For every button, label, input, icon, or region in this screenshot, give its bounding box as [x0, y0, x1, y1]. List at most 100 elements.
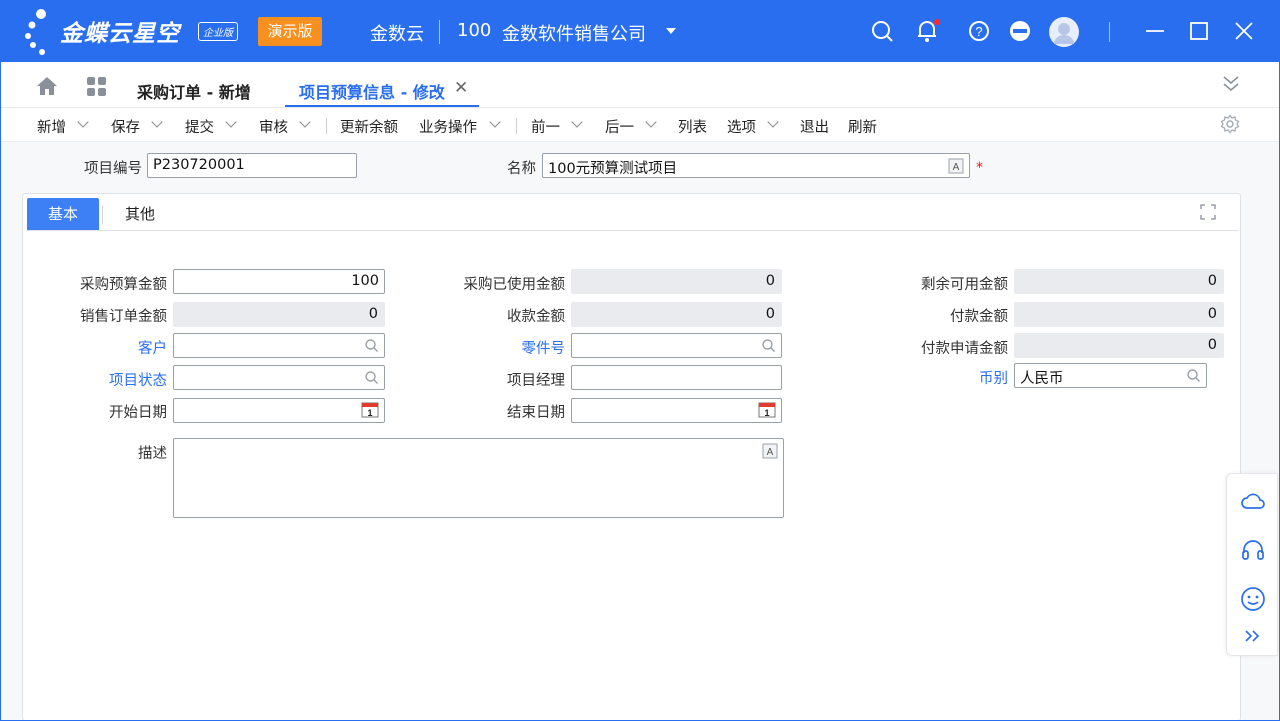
required-mark: *	[976, 160, 983, 176]
home-icon[interactable]	[36, 76, 58, 96]
description-label: 描述	[138, 446, 167, 462]
update-balance-button[interactable]: 更新余额	[340, 116, 398, 137]
multilang-icon[interactable]: A	[948, 158, 964, 174]
detail-panel: 基本 其他 采购预算金额 100 采购已使用金额 0 剩余可用金额 0 销售订单…	[22, 193, 1241, 721]
org-name[interactable]: 金数软件销售公司	[502, 20, 646, 46]
search-icon[interactable]	[364, 338, 379, 353]
apps-grid-icon[interactable]	[86, 76, 108, 98]
save-button[interactable]: 保存	[111, 116, 140, 137]
tab-project-budget[interactable]: 项目预算信息 - 修改	[299, 79, 445, 103]
end-date-field[interactable]: 1	[571, 398, 782, 423]
search-icon[interactable]	[1186, 368, 1201, 383]
remaining-field: 0	[1014, 269, 1224, 294]
expand-icon[interactable]	[1200, 204, 1216, 220]
divider	[102, 206, 103, 224]
brand-name: 金蝶云星空	[60, 21, 180, 47]
customer-field[interactable]	[173, 333, 385, 358]
purchase-budget-label: 采购预算金额	[80, 277, 167, 293]
part-no-label[interactable]: 零件号	[443, 337, 566, 358]
purchase-used-field: 0	[571, 269, 782, 294]
gear-icon[interactable]	[1220, 114, 1240, 134]
avatar[interactable]	[1049, 17, 1079, 47]
form-content: 项目编号 P230720001 名称 100元预算测试项目 A * 基本 其他 …	[0, 142, 1280, 721]
chevron-down-icon[interactable]	[225, 116, 237, 128]
list-button[interactable]: 列表	[678, 116, 707, 137]
name-field[interactable]: 100元预算测试项目 A	[542, 153, 970, 178]
smiley-feedback-icon[interactable]	[1240, 586, 1266, 612]
start-date-field[interactable]: 1	[173, 398, 385, 423]
chevron-down-icon[interactable]	[77, 116, 89, 128]
payment-field: 0	[1014, 302, 1224, 327]
more-icon[interactable]	[1007, 18, 1033, 44]
headset-icon[interactable]	[1240, 538, 1266, 562]
divider	[439, 20, 440, 44]
business-ops-button[interactable]: 业务操作	[419, 116, 477, 137]
description-textarea[interactable]: A	[173, 438, 784, 518]
org-code[interactable]: 100	[457, 20, 491, 41]
remaining-label: 剩余可用金额	[921, 277, 1008, 293]
floating-assist-bar	[1226, 473, 1278, 656]
multilang-icon[interactable]: A	[762, 443, 778, 459]
next-button[interactable]: 后一	[605, 116, 634, 137]
chevron-down-icon[interactable]	[767, 116, 779, 128]
maximize-icon[interactable]	[1186, 18, 1212, 44]
chevron-down-icon[interactable]	[645, 116, 657, 128]
cloud-name: 金数云	[370, 24, 424, 45]
action-toolbar: 新增 保存 提交 审核 更新余额 业务操作 前一 后一 列表 选项 退出 刷新	[0, 108, 1280, 142]
cloud-icon[interactable]	[1240, 490, 1266, 512]
user-icon	[1054, 23, 1074, 44]
collapse-double-chevron-icon[interactable]	[1222, 74, 1240, 94]
payment-label: 付款金额	[950, 309, 1008, 325]
payment-request-field: 0	[1014, 333, 1224, 358]
search-icon[interactable]	[364, 370, 379, 385]
purchase-budget-field[interactable]: 100	[173, 269, 385, 294]
audit-button[interactable]: 审核	[259, 116, 288, 137]
previous-button[interactable]: 前一	[531, 116, 560, 137]
name-value: 100元预算测试项目	[548, 161, 678, 177]
chevron-down-icon[interactable]	[151, 116, 163, 128]
divider	[326, 118, 327, 134]
search-icon[interactable]	[869, 18, 895, 44]
part-no-field[interactable]	[571, 333, 782, 358]
org-dropdown-icon[interactable]	[666, 28, 676, 34]
active-tab-indicator	[285, 105, 479, 107]
currency-label[interactable]: 币别	[883, 367, 1008, 388]
tab-close-icon[interactable]: ✕	[454, 78, 468, 98]
currency-field[interactable]: 人民币	[1014, 363, 1207, 388]
minimize-icon[interactable]	[1142, 18, 1168, 44]
svg-text:1: 1	[764, 408, 769, 418]
payment-request-label: 付款申请金额	[921, 341, 1008, 357]
refresh-button[interactable]: 刷新	[848, 116, 877, 137]
start-date-label: 开始日期	[109, 405, 167, 421]
close-icon[interactable]	[1231, 18, 1257, 44]
help-icon[interactable]: ?	[966, 18, 992, 44]
project-code-field[interactable]: P230720001	[147, 153, 357, 178]
new-button[interactable]: 新增	[37, 116, 66, 137]
project-status-field[interactable]	[173, 365, 385, 390]
search-icon[interactable]	[761, 338, 776, 353]
tab-purchase-order[interactable]: 采购订单 - 新增	[137, 79, 251, 103]
tab-other[interactable]: 其他	[115, 198, 165, 231]
svg-text:A: A	[953, 162, 960, 173]
purchase-used-label: 采购已使用金额	[463, 277, 566, 293]
calendar-icon[interactable]: 1	[758, 402, 776, 418]
tab-basic[interactable]: 基本	[27, 198, 99, 231]
bell-icon[interactable]	[914, 18, 940, 44]
project-manager-field[interactable]	[571, 365, 782, 390]
exit-button[interactable]: 退出	[800, 116, 829, 137]
receipt-field: 0	[571, 302, 782, 327]
svg-text:1: 1	[367, 408, 372, 418]
double-chevron-right-icon[interactable]	[1244, 629, 1262, 643]
divider	[27, 230, 1239, 231]
chevron-down-icon[interactable]	[299, 116, 311, 128]
calendar-icon[interactable]: 1	[361, 402, 379, 418]
chevron-down-icon[interactable]	[489, 116, 501, 128]
svg-text:?: ?	[975, 24, 982, 39]
chevron-down-icon[interactable]	[571, 116, 583, 128]
customer-label[interactable]: 客户	[53, 337, 167, 358]
currency-value: 人民币	[1020, 371, 1064, 387]
project-status-label[interactable]: 项目状态	[53, 369, 167, 390]
options-button[interactable]: 选项	[727, 116, 756, 137]
submit-button[interactable]: 提交	[185, 116, 214, 137]
project-code-label: 项目编号	[84, 161, 142, 177]
